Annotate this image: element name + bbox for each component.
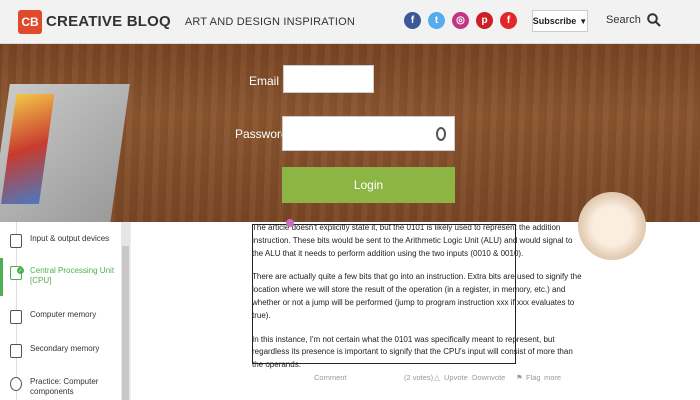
- logo-badge: CB: [18, 9, 42, 34]
- comment-link[interactable]: Comment: [314, 373, 347, 382]
- coffee-saucer-image: [578, 192, 646, 260]
- more-link[interactable]: more: [544, 373, 561, 382]
- site-logo[interactable]: CB CREATIVE BLOQ: [18, 9, 171, 34]
- upvote-link[interactable]: Upvote: [444, 373, 468, 382]
- facebook-icon[interactable]: f: [404, 12, 421, 29]
- document-icon: [10, 234, 22, 248]
- checkmark-icon: ✓: [17, 267, 24, 274]
- sidebar-item-label: Input & output devices: [30, 234, 110, 243]
- document-icon: [10, 344, 22, 358]
- content-divider: [130, 222, 131, 400]
- document-icon: [10, 310, 22, 324]
- sidebar-item-computer-memory[interactable]: Computer memory: [0, 310, 120, 324]
- sidebar-item-label: Secondary memory: [30, 344, 100, 353]
- search-icon: [647, 13, 661, 27]
- subscribe-button[interactable]: Subscribe ▼: [532, 10, 588, 32]
- search-button[interactable]: Search: [606, 13, 661, 27]
- sidebar-item-label: Central Processing Unit [CPU]: [30, 266, 115, 285]
- downvote-link[interactable]: Downvote: [472, 373, 505, 382]
- annotation-pin-icon[interactable]: [286, 219, 294, 227]
- sidebar-scroll-thumb[interactable]: [122, 246, 129, 400]
- comment-actions: Comment (2 votes) △ Upvote Downvote ⚑ Fl…: [252, 371, 582, 383]
- sidebar-item-secondary-memory[interactable]: Secondary memory: [0, 344, 120, 358]
- vote-count: (2 votes): [404, 372, 434, 382]
- pencil-icon: [10, 377, 22, 391]
- login-button[interactable]: Login: [282, 167, 455, 203]
- instagram-icon[interactable]: ◎: [452, 12, 469, 29]
- site-tagline: ART AND DESIGN INSPIRATION: [184, 15, 356, 28]
- laptop-image: [0, 84, 130, 224]
- paragraph: The article doesn't explicitly state it,…: [252, 223, 573, 258]
- sidebar-item-label: Computer memory: [30, 310, 97, 319]
- social-links: f t ◎ p f: [404, 12, 517, 29]
- email-field[interactable]: [283, 65, 374, 93]
- sidebar-item-input-output[interactable]: Input & output devices: [0, 234, 120, 248]
- paragraph: There are actually quite a few bits that…: [252, 272, 582, 320]
- flag-link[interactable]: Flag: [526, 373, 541, 382]
- flag-icon[interactable]: ⚑: [516, 373, 523, 382]
- subscribe-label: Subscribe: [532, 16, 577, 26]
- show-password-icon[interactable]: [436, 127, 446, 141]
- upvote-icon[interactable]: △: [434, 373, 440, 382]
- pinterest-icon[interactable]: p: [476, 12, 493, 29]
- chevron-down-icon: ▼: [579, 16, 588, 26]
- course-sidebar: Input & output devices Central Processin…: [0, 222, 130, 400]
- search-label: Search: [606, 14, 641, 26]
- sidebar-item-label: Practice: Computer components: [30, 377, 99, 396]
- password-label: Password: [235, 127, 288, 141]
- password-field[interactable]: [282, 116, 455, 151]
- flipboard-icon[interactable]: f: [500, 12, 517, 29]
- laptop-screen: [0, 94, 55, 204]
- sidebar-item-practice[interactable]: Practice: Computer components: [0, 377, 120, 397]
- logo-text: CREATIVE BLOQ: [46, 13, 171, 30]
- site-header: CB CREATIVE BLOQ ART AND DESIGN INSPIRAT…: [0, 0, 700, 44]
- paragraph: In this instance, I'm not certain what t…: [252, 334, 573, 370]
- email-label: Email: [249, 74, 280, 88]
- twitter-icon[interactable]: t: [428, 12, 445, 29]
